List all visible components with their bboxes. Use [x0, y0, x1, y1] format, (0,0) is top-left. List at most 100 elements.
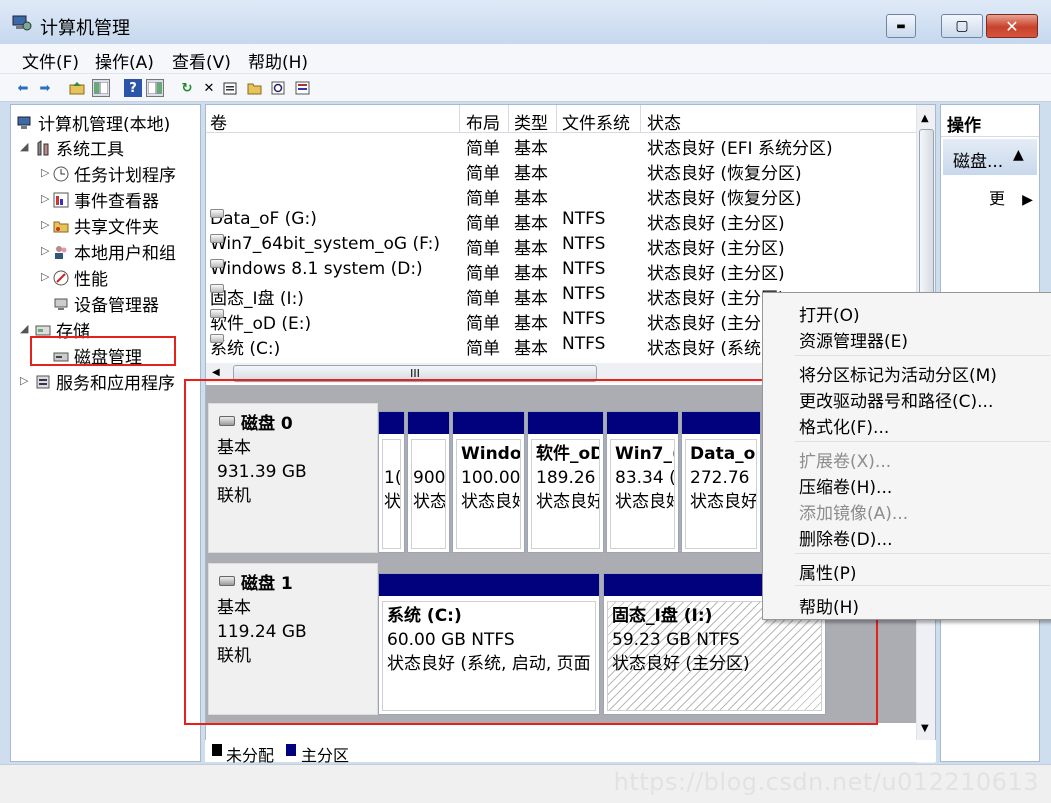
ctx-change-letter[interactable]: 更改驱动器号和路径(C)... [799, 387, 993, 412]
up-folder-icon[interactable] [68, 79, 86, 97]
volume-type: 基本 [514, 284, 556, 309]
ctx-format[interactable]: 格式化(F)... [799, 413, 889, 438]
volume-filesystem: NTFS [562, 209, 638, 229]
table-row[interactable]: 简单 基本 状态良好 (EFI 系统分区) [206, 134, 912, 159]
col-header-volume[interactable]: 卷 [210, 109, 227, 134]
tree-item-system-tools[interactable]: 系统工具 [35, 135, 124, 160]
clock-icon [53, 166, 69, 182]
volume-type-text: 基本 [514, 189, 548, 209]
volume-filesystem-text: NTFS [562, 284, 606, 304]
ctx-properties[interactable]: 属性(P) [799, 559, 857, 584]
volume-layout-text: 简单 [466, 189, 500, 209]
volume-icon [210, 284, 224, 293]
back-arrow-icon[interactable]: ⬅ [14, 79, 32, 97]
ctx-open[interactable]: 打开(O) [799, 301, 860, 326]
ctx-add-mirror: 添加镜像(A)... [799, 504, 909, 524]
legend: 未分配 主分区 [205, 740, 936, 765]
volume-icon [210, 309, 224, 318]
delete-icon[interactable]: ✕ [200, 79, 218, 97]
ctx-mark-active[interactable]: 将分区标记为活动分区(M) [799, 361, 997, 386]
expand-arrow-icon[interactable]: ▷ [41, 192, 49, 205]
ctx-delete[interactable]: 删除卷(D)... [799, 525, 893, 550]
expand-arrow-icon[interactable]: ▷ [41, 244, 49, 257]
submenu-arrow-icon: ▶ [1022, 192, 1033, 208]
actions-more[interactable]: 更 ▶ [989, 185, 1033, 209]
tree-label: 设备管理器 [74, 296, 159, 316]
expand-arrow-icon[interactable]: ▷ [20, 374, 28, 387]
tree-item-performance[interactable]: 性能 [53, 265, 108, 290]
volume-icon [210, 259, 224, 268]
col-header-type[interactable]: 类型 [514, 109, 548, 134]
open-folder-icon[interactable] [246, 79, 264, 97]
scroll-down-arrow-icon[interactable]: ▼ [921, 723, 929, 734]
scroll-up-arrow-icon[interactable]: ▲ [921, 113, 929, 124]
col-separator[interactable] [640, 105, 641, 133]
refresh-icon[interactable]: ↻ [178, 79, 196, 97]
menu-view[interactable]: 查看(V) [172, 48, 231, 73]
tree-item-local-users[interactable]: 本地用户和组 [53, 239, 176, 264]
table-row[interactable]: Windows 8.1 system (D:) 简单 基本 NTFS 状态良好 (主分区… [206, 259, 912, 284]
menu-bar: 文件(F) 操作(A) 查看(V) 帮助(H) [0, 44, 1051, 74]
col-header-layout[interactable]: 布局 [466, 109, 500, 134]
menu-action[interactable]: 操作(A) [95, 48, 154, 73]
col-header-filesystem[interactable]: 文件系统 [562, 109, 630, 134]
volume-name-text: 软件_oD (E:) [210, 314, 312, 334]
tree-item-services[interactable]: 服务和应用程序 [35, 369, 175, 394]
scroll-left-arrow-icon[interactable]: ◀ [212, 367, 220, 378]
col-header-status[interactable]: 状态 [647, 109, 681, 134]
volume-type-text: 基本 [514, 164, 548, 184]
show-hide-action-icon[interactable] [146, 79, 164, 97]
tree-item-device-manager[interactable]: 设备管理器 [53, 291, 159, 316]
expand-arrow-icon[interactable]: ▷ [41, 218, 49, 231]
table-row[interactable]: 简单 基本 状态良好 (恢复分区) [206, 184, 912, 209]
show-hide-tree-icon[interactable] [92, 79, 110, 97]
close-button[interactable]: ✕ [986, 14, 1038, 38]
settings-icon[interactable] [294, 79, 312, 97]
properties-icon[interactable] [222, 79, 240, 97]
collapse-up-icon: ▲ [1013, 147, 1024, 163]
minimize-button[interactable]: ▬ [886, 14, 916, 38]
table-row[interactable]: Data_oF (G:) 简单 基本 NTFS 状态良好 (主分区) [206, 209, 912, 234]
tree-item-shared-folders[interactable]: 共享文件夹 [53, 213, 159, 238]
forward-arrow-icon[interactable]: ➡ [36, 79, 54, 97]
volume-type-text: 基本 [514, 339, 548, 359]
legend-unallocated: 未分配 [226, 746, 275, 765]
help-icon[interactable]: ? [124, 79, 142, 97]
volume-type: 基本 [514, 334, 556, 359]
collapse-arrow-icon[interactable]: ◢ [20, 140, 28, 153]
tree-item-event-viewer[interactable]: 事件查看器 [53, 187, 159, 212]
volume-type: 基本 [514, 159, 556, 184]
volume-name: 软件_oD (E:) [210, 309, 458, 334]
ctx-shrink[interactable]: 压缩卷(H)... [799, 473, 892, 498]
tree-item-task-scheduler[interactable]: 任务计划程序 [53, 161, 176, 186]
volume-filesystem-text: NTFS [562, 309, 606, 329]
volume-type-text: 基本 [514, 139, 548, 159]
col-separator[interactable] [459, 105, 460, 133]
collapse-arrow-icon[interactable]: ◢ [20, 322, 28, 335]
search-magnify-icon[interactable] [270, 79, 288, 97]
menu-help[interactable]: 帮助(H) [248, 48, 308, 73]
volume-type-text: 基本 [514, 289, 548, 309]
maximize-icon: ▢ [955, 18, 969, 34]
tree-item-root[interactable]: 计算机管理(本地) [17, 110, 170, 135]
table-row[interactable]: 简单 基本 状态良好 (恢复分区) [206, 159, 912, 184]
volume-type: 基本 [514, 259, 556, 284]
volume-filesystem: NTFS [562, 334, 638, 354]
tools-icon [35, 139, 51, 156]
maximize-button[interactable]: ▢ [941, 14, 983, 38]
volume-name: Data_oF (G:) [210, 209, 458, 229]
menu-file[interactable]: 文件(F) [22, 48, 79, 73]
expand-arrow-icon[interactable]: ▷ [41, 166, 49, 179]
volume-table-header: 卷 布局 类型 文件系统 状态 [206, 105, 916, 134]
ctx-explorer[interactable]: 资源管理器(E) [799, 327, 908, 352]
ctx-help[interactable]: 帮助(H) [799, 593, 859, 618]
window-title: 计算机管理 [40, 18, 130, 39]
expand-arrow-icon[interactable]: ▷ [41, 270, 49, 283]
actions-disk-management[interactable]: 磁盘... ▲ [943, 139, 1037, 175]
table-row[interactable]: Win7_64bit_system_oG (F:) 简单 基本 NTFS 状态良好 (主… [206, 234, 912, 259]
volume-name: Windows 8.1 system (D:) [210, 259, 458, 279]
performance-icon [53, 270, 69, 286]
col-separator[interactable] [508, 105, 509, 133]
unallocated-swatch [212, 744, 222, 756]
col-separator[interactable] [556, 105, 557, 133]
